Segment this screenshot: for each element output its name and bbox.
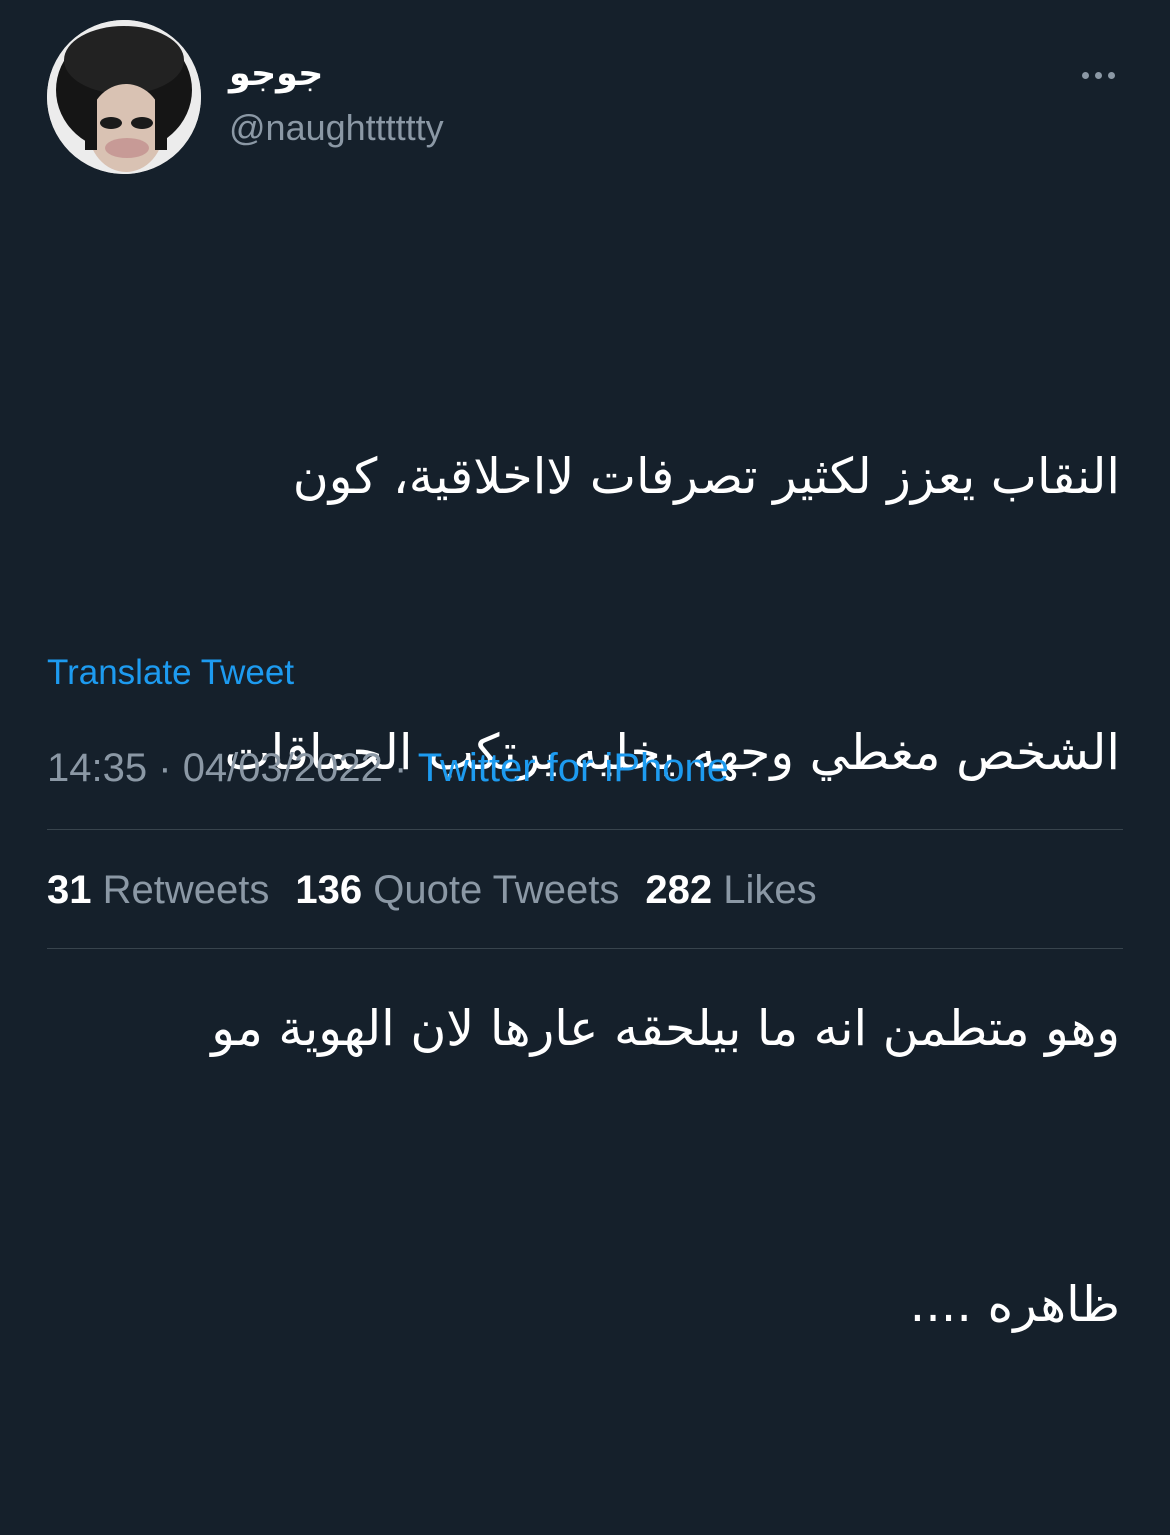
- more-horizontal-icon: [1081, 71, 1089, 79]
- tweet-header: جوجو @naughtttttty: [47, 20, 1123, 180]
- likes-label: Likes: [723, 868, 817, 912]
- tweet-stats: 31 Retweets 136 Quote Tweets 282 Likes: [47, 866, 817, 914]
- tweet-date[interactable]: 04/03/2022: [183, 746, 383, 790]
- tweet-source[interactable]: Twitter for iPhone: [418, 746, 729, 790]
- tweet-metadata: 14:35 · 04/03/2022 · Twitter for iPhone: [47, 744, 729, 792]
- quote-tweets-label: Quote Tweets: [373, 868, 620, 912]
- retweets-stat[interactable]: 31 Retweets: [47, 866, 269, 914]
- meta-separator: ·: [158, 746, 172, 790]
- likes-count: 282: [645, 868, 713, 912]
- display-name[interactable]: جوجو: [229, 50, 444, 98]
- tweet-detail: جوجو @naughtttttty النقاب يعزز لكثير تصر…: [0, 0, 1170, 1333]
- more-horizontal-icon-dot: [1094, 71, 1102, 79]
- divider: [47, 948, 1123, 949]
- tweet-text-line: ظاهره ....: [909, 1276, 1120, 1333]
- tweet-text-line: وهو متطمن انه ما بيلحقه عارها لان الهوية…: [211, 1000, 1120, 1057]
- retweets-count: 31: [47, 868, 92, 912]
- likes-stat[interactable]: 282 Likes: [645, 866, 816, 914]
- more-options-button[interactable]: [1073, 60, 1123, 90]
- tweet-time[interactable]: 14:35: [47, 746, 147, 790]
- profile-photo: [47, 20, 201, 174]
- translate-tweet-link[interactable]: Translate Tweet: [47, 653, 294, 693]
- meta-separator: ·: [394, 746, 408, 790]
- more-horizontal-icon-dot: [1107, 71, 1115, 79]
- quote-tweets-count: 136: [295, 868, 363, 912]
- user-names: جوجو @naughtttttty: [229, 50, 444, 152]
- avatar[interactable]: [47, 20, 201, 174]
- user-handle[interactable]: @naughtttttty: [229, 104, 444, 152]
- retweets-label: Retweets: [102, 868, 270, 912]
- tweet-text-line: النقاب يعزز لكثير تصرفات لااخلاقية، كون: [292, 448, 1120, 505]
- divider: [47, 829, 1123, 830]
- quote-tweets-stat[interactable]: 136 Quote Tweets: [295, 866, 619, 914]
